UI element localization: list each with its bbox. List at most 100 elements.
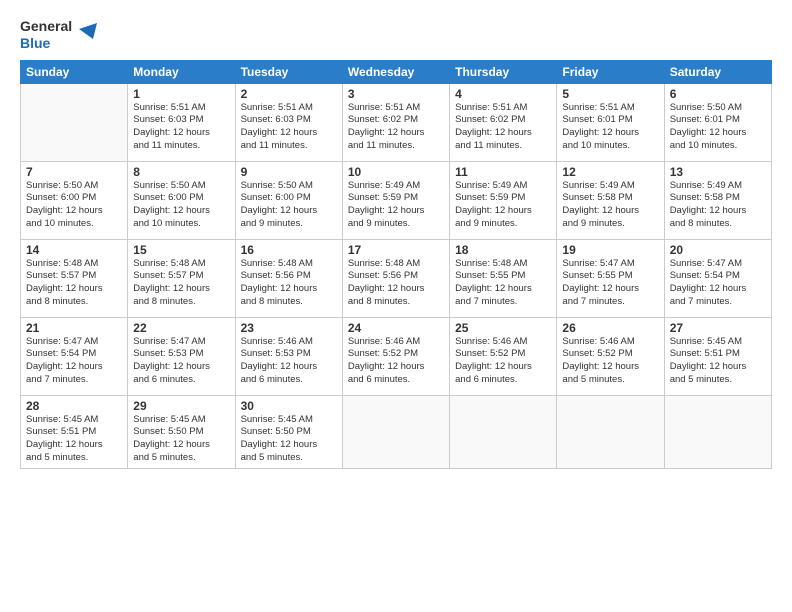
calendar-cell: 13Sunrise: 5:49 AMSunset: 5:58 PMDayligh… <box>664 161 771 239</box>
calendar-cell: 6Sunrise: 5:50 AMSunset: 6:01 PMDaylight… <box>664 83 771 161</box>
day-info: Sunrise: 5:48 AMSunset: 5:55 PMDaylight:… <box>455 258 551 309</box>
calendar-cell: 18Sunrise: 5:48 AMSunset: 5:55 PMDayligh… <box>450 239 557 317</box>
calendar-cell <box>557 395 664 468</box>
calendar-cell: 22Sunrise: 5:47 AMSunset: 5:53 PMDayligh… <box>128 317 235 395</box>
logo-line1: General <box>20 18 72 35</box>
calendar-cell: 12Sunrise: 5:49 AMSunset: 5:58 PMDayligh… <box>557 161 664 239</box>
day-info: Sunrise: 5:51 AMSunset: 6:03 PMDaylight:… <box>133 102 229 153</box>
calendar-cell: 25Sunrise: 5:46 AMSunset: 5:52 PMDayligh… <box>450 317 557 395</box>
day-number: 26 <box>562 321 658 335</box>
day-number: 7 <box>26 165 122 179</box>
day-info: Sunrise: 5:47 AMSunset: 5:55 PMDaylight:… <box>562 258 658 309</box>
day-info: Sunrise: 5:47 AMSunset: 5:54 PMDaylight:… <box>670 258 766 309</box>
day-number: 23 <box>241 321 337 335</box>
day-info: Sunrise: 5:51 AMSunset: 6:01 PMDaylight:… <box>562 102 658 153</box>
calendar-cell: 5Sunrise: 5:51 AMSunset: 6:01 PMDaylight… <box>557 83 664 161</box>
calendar-table: SundayMondayTuesdayWednesdayThursdayFrid… <box>20 60 772 469</box>
calendar-cell: 30Sunrise: 5:45 AMSunset: 5:50 PMDayligh… <box>235 395 342 468</box>
weekday-header-sunday: Sunday <box>21 60 128 83</box>
day-number: 5 <box>562 87 658 101</box>
page-header: General Blue <box>20 18 772 52</box>
calendar-cell: 3Sunrise: 5:51 AMSunset: 6:02 PMDaylight… <box>342 83 449 161</box>
calendar-cell <box>450 395 557 468</box>
day-number: 18 <box>455 243 551 257</box>
calendar-cell: 28Sunrise: 5:45 AMSunset: 5:51 PMDayligh… <box>21 395 128 468</box>
day-number: 30 <box>241 399 337 413</box>
calendar-cell: 2Sunrise: 5:51 AMSunset: 6:03 PMDaylight… <box>235 83 342 161</box>
day-info: Sunrise: 5:48 AMSunset: 5:56 PMDaylight:… <box>348 258 444 309</box>
weekday-header-saturday: Saturday <box>664 60 771 83</box>
day-info: Sunrise: 5:51 AMSunset: 6:02 PMDaylight:… <box>348 102 444 153</box>
weekday-header-friday: Friday <box>557 60 664 83</box>
day-number: 1 <box>133 87 229 101</box>
day-info: Sunrise: 5:50 AMSunset: 6:00 PMDaylight:… <box>241 180 337 231</box>
day-info: Sunrise: 5:45 AMSunset: 5:51 PMDaylight:… <box>26 414 122 465</box>
day-number: 22 <box>133 321 229 335</box>
weekday-header-tuesday: Tuesday <box>235 60 342 83</box>
day-info: Sunrise: 5:50 AMSunset: 6:01 PMDaylight:… <box>670 102 766 153</box>
day-info: Sunrise: 5:51 AMSunset: 6:03 PMDaylight:… <box>241 102 337 153</box>
weekday-header-wednesday: Wednesday <box>342 60 449 83</box>
day-number: 25 <box>455 321 551 335</box>
day-number: 15 <box>133 243 229 257</box>
calendar-week-4: 21Sunrise: 5:47 AMSunset: 5:54 PMDayligh… <box>21 317 772 395</box>
calendar-cell: 19Sunrise: 5:47 AMSunset: 5:55 PMDayligh… <box>557 239 664 317</box>
calendar-week-2: 7Sunrise: 5:50 AMSunset: 6:00 PMDaylight… <box>21 161 772 239</box>
day-number: 8 <box>133 165 229 179</box>
day-number: 11 <box>455 165 551 179</box>
calendar-cell: 8Sunrise: 5:50 AMSunset: 6:00 PMDaylight… <box>128 161 235 239</box>
calendar-cell: 23Sunrise: 5:46 AMSunset: 5:53 PMDayligh… <box>235 317 342 395</box>
weekday-header-monday: Monday <box>128 60 235 83</box>
weekday-header-thursday: Thursday <box>450 60 557 83</box>
calendar-cell: 14Sunrise: 5:48 AMSunset: 5:57 PMDayligh… <box>21 239 128 317</box>
day-number: 10 <box>348 165 444 179</box>
day-info: Sunrise: 5:47 AMSunset: 5:54 PMDaylight:… <box>26 336 122 387</box>
calendar-cell: 27Sunrise: 5:45 AMSunset: 5:51 PMDayligh… <box>664 317 771 395</box>
day-number: 3 <box>348 87 444 101</box>
calendar-cell: 11Sunrise: 5:49 AMSunset: 5:59 PMDayligh… <box>450 161 557 239</box>
calendar-cell: 24Sunrise: 5:46 AMSunset: 5:52 PMDayligh… <box>342 317 449 395</box>
calendar-cell: 26Sunrise: 5:46 AMSunset: 5:52 PMDayligh… <box>557 317 664 395</box>
day-number: 28 <box>26 399 122 413</box>
calendar-cell: 21Sunrise: 5:47 AMSunset: 5:54 PMDayligh… <box>21 317 128 395</box>
day-info: Sunrise: 5:48 AMSunset: 5:57 PMDaylight:… <box>133 258 229 309</box>
calendar-cell: 7Sunrise: 5:50 AMSunset: 6:00 PMDaylight… <box>21 161 128 239</box>
day-info: Sunrise: 5:45 AMSunset: 5:50 PMDaylight:… <box>133 414 229 465</box>
day-number: 12 <box>562 165 658 179</box>
day-number: 29 <box>133 399 229 413</box>
day-info: Sunrise: 5:46 AMSunset: 5:53 PMDaylight:… <box>241 336 337 387</box>
day-info: Sunrise: 5:49 AMSunset: 5:58 PMDaylight:… <box>670 180 766 231</box>
day-info: Sunrise: 5:49 AMSunset: 5:59 PMDaylight:… <box>348 180 444 231</box>
day-number: 24 <box>348 321 444 335</box>
day-info: Sunrise: 5:49 AMSunset: 5:59 PMDaylight:… <box>455 180 551 231</box>
day-info: Sunrise: 5:50 AMSunset: 6:00 PMDaylight:… <box>26 180 122 231</box>
calendar-cell: 9Sunrise: 5:50 AMSunset: 6:00 PMDaylight… <box>235 161 342 239</box>
day-number: 9 <box>241 165 337 179</box>
day-number: 21 <box>26 321 122 335</box>
day-info: Sunrise: 5:48 AMSunset: 5:56 PMDaylight:… <box>241 258 337 309</box>
calendar-cell: 4Sunrise: 5:51 AMSunset: 6:02 PMDaylight… <box>450 83 557 161</box>
day-number: 19 <box>562 243 658 257</box>
logo-bird-icon <box>75 21 97 49</box>
day-number: 27 <box>670 321 766 335</box>
day-info: Sunrise: 5:46 AMSunset: 5:52 PMDaylight:… <box>348 336 444 387</box>
calendar-header-row: SundayMondayTuesdayWednesdayThursdayFrid… <box>21 60 772 83</box>
day-number: 16 <box>241 243 337 257</box>
calendar-cell: 17Sunrise: 5:48 AMSunset: 5:56 PMDayligh… <box>342 239 449 317</box>
day-info: Sunrise: 5:45 AMSunset: 5:51 PMDaylight:… <box>670 336 766 387</box>
calendar-cell: 16Sunrise: 5:48 AMSunset: 5:56 PMDayligh… <box>235 239 342 317</box>
day-number: 14 <box>26 243 122 257</box>
day-info: Sunrise: 5:50 AMSunset: 6:00 PMDaylight:… <box>133 180 229 231</box>
day-number: 20 <box>670 243 766 257</box>
calendar-cell <box>342 395 449 468</box>
calendar-week-1: 1Sunrise: 5:51 AMSunset: 6:03 PMDaylight… <box>21 83 772 161</box>
day-info: Sunrise: 5:48 AMSunset: 5:57 PMDaylight:… <box>26 258 122 309</box>
day-info: Sunrise: 5:46 AMSunset: 5:52 PMDaylight:… <box>562 336 658 387</box>
calendar-cell: 10Sunrise: 5:49 AMSunset: 5:59 PMDayligh… <box>342 161 449 239</box>
day-info: Sunrise: 5:51 AMSunset: 6:02 PMDaylight:… <box>455 102 551 153</box>
day-info: Sunrise: 5:46 AMSunset: 5:52 PMDaylight:… <box>455 336 551 387</box>
logo-line2: Blue <box>20 35 72 52</box>
calendar-week-3: 14Sunrise: 5:48 AMSunset: 5:57 PMDayligh… <box>21 239 772 317</box>
calendar-week-5: 28Sunrise: 5:45 AMSunset: 5:51 PMDayligh… <box>21 395 772 468</box>
day-number: 2 <box>241 87 337 101</box>
